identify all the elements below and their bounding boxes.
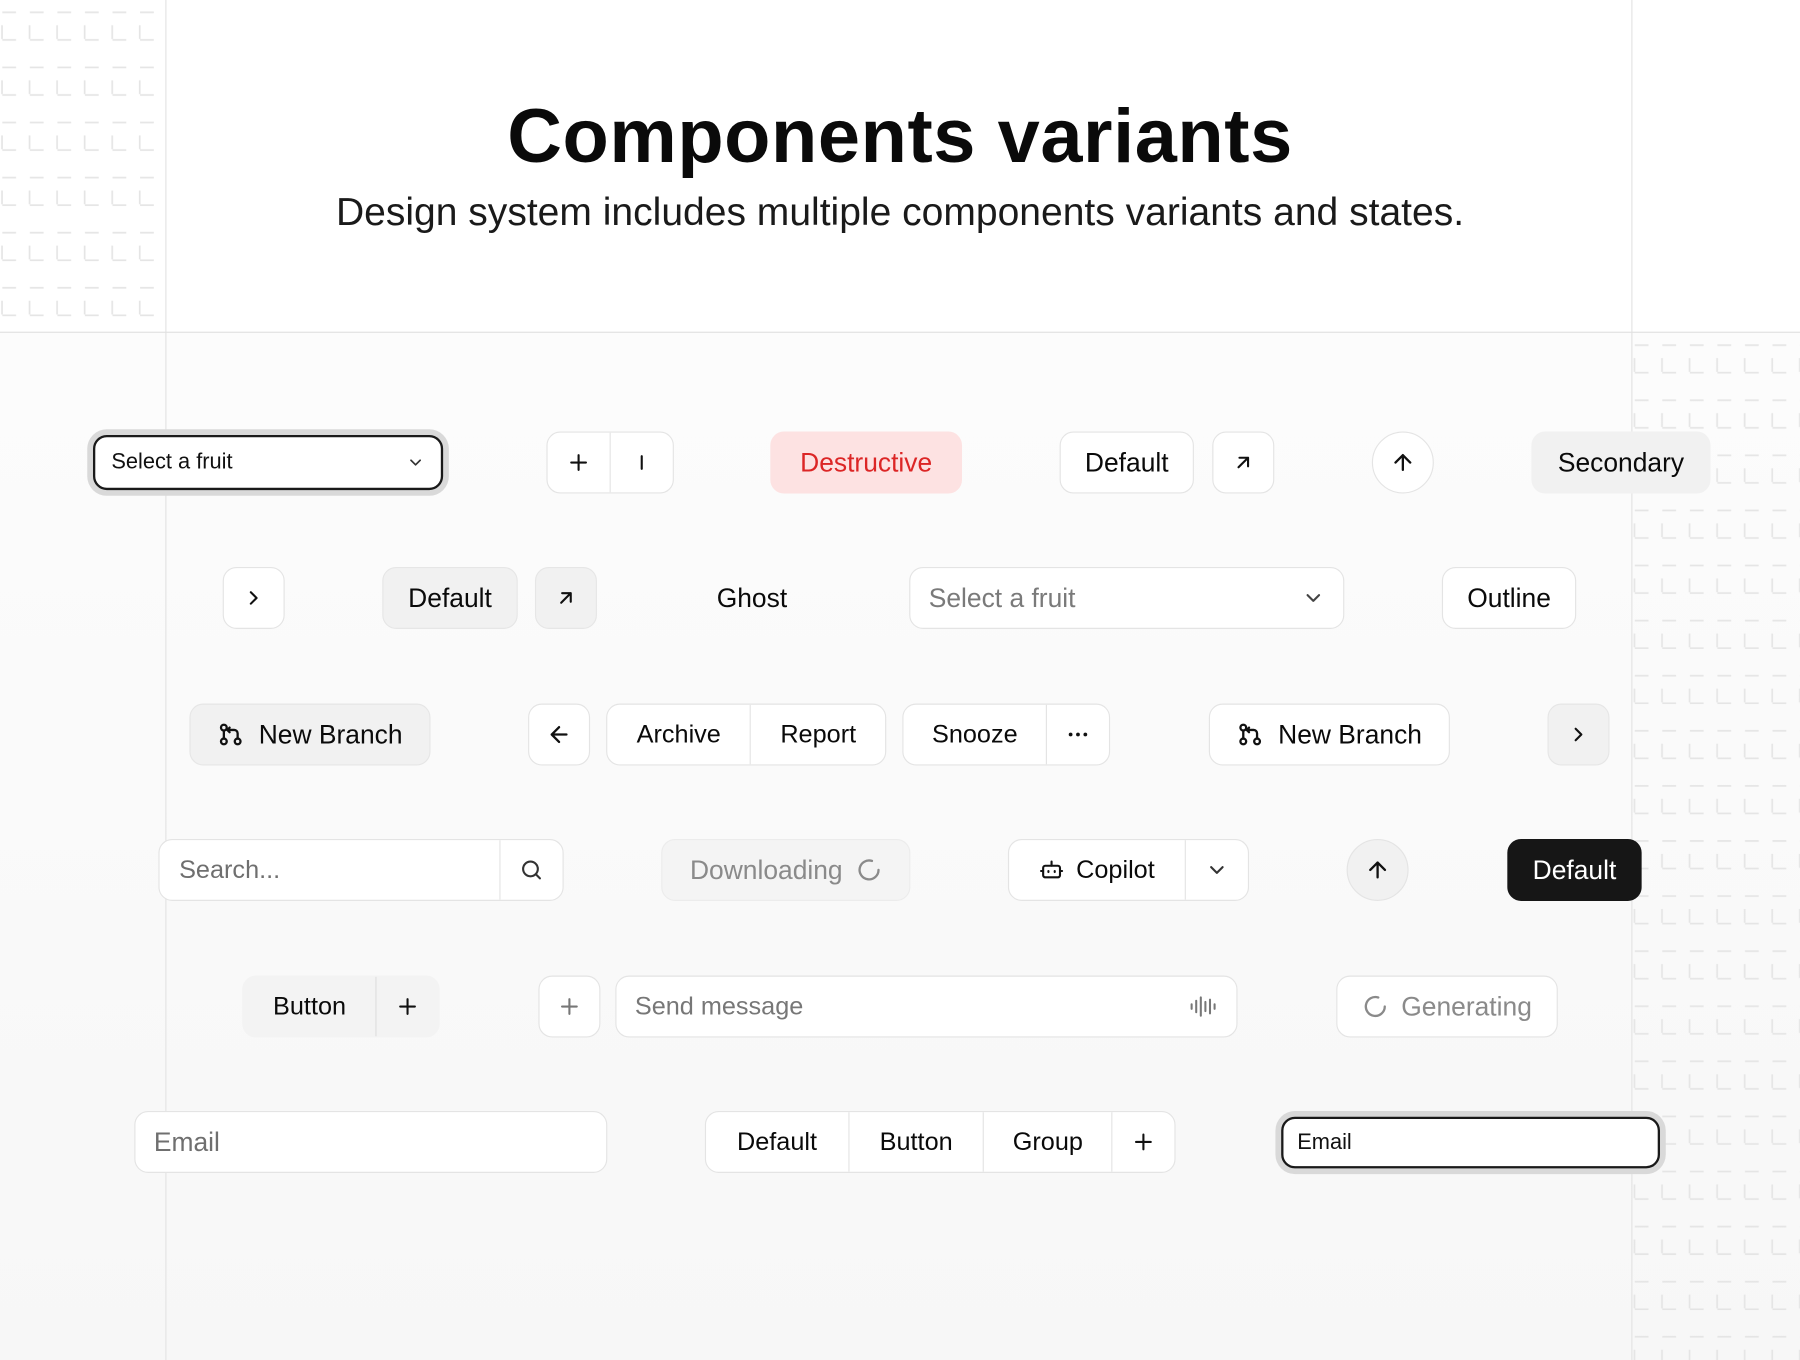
round-arrow-up-button[interactable] bbox=[1371, 431, 1434, 494]
text-cursor-button[interactable] bbox=[610, 433, 673, 493]
guide-line-horizontal bbox=[0, 331, 1800, 333]
group-plus-button[interactable] bbox=[1113, 1112, 1175, 1172]
page-title: Components variants bbox=[507, 92, 1293, 178]
plus-icon bbox=[395, 994, 420, 1019]
search-placeholder: Search... bbox=[179, 855, 281, 884]
message-input[interactable]: Send message bbox=[615, 975, 1238, 1038]
email-value: Email bbox=[1297, 1129, 1352, 1155]
destructive-label: Destructive bbox=[800, 447, 933, 477]
generating-label: Generating bbox=[1401, 991, 1532, 1021]
chevron-right-secondary-button[interactable] bbox=[1547, 703, 1610, 766]
outline-label: Outline bbox=[1467, 582, 1551, 613]
default-outline-button[interactable]: Default bbox=[1059, 431, 1194, 494]
group-label-button: Button bbox=[879, 1127, 953, 1156]
default-button-group: Default Button Group bbox=[704, 1110, 1176, 1173]
chevron-down-icon bbox=[1206, 858, 1229, 881]
fruit-select-focused[interactable]: Select a fruit bbox=[92, 434, 444, 491]
back-button[interactable] bbox=[528, 703, 591, 766]
chevron-down-icon bbox=[1302, 586, 1325, 609]
git-branch-icon bbox=[1237, 721, 1265, 749]
downloading-label: Downloading bbox=[689, 854, 843, 885]
bot-icon bbox=[1039, 857, 1064, 882]
arrow-up-icon bbox=[1390, 450, 1415, 475]
more-button[interactable] bbox=[1047, 705, 1109, 765]
new-branch-label-2: New Branch bbox=[1278, 719, 1422, 749]
group-group-button[interactable]: Group bbox=[984, 1112, 1113, 1172]
arrow-left-icon bbox=[546, 722, 571, 747]
chevron-right-icon bbox=[1567, 723, 1590, 746]
plus-button-2[interactable] bbox=[377, 977, 439, 1037]
search-button[interactable] bbox=[501, 840, 563, 900]
button-button[interactable]: Button bbox=[243, 976, 377, 1037]
external-link-secondary-button[interactable] bbox=[534, 566, 597, 629]
plus-icon bbox=[566, 450, 591, 475]
message-placeholder: Send message bbox=[634, 991, 804, 1021]
new-branch-label: New Branch bbox=[258, 719, 403, 749]
copilot-button[interactable]: Copilot bbox=[1009, 840, 1187, 900]
plus-button[interactable] bbox=[548, 432, 611, 493]
default-primary-button[interactable]: Default bbox=[1507, 838, 1642, 901]
email-field[interactable]: Email bbox=[134, 1110, 608, 1173]
default-primary-label: Default bbox=[1532, 854, 1617, 885]
snooze-label: Snooze bbox=[931, 719, 1018, 749]
chevron-down-icon bbox=[406, 453, 424, 471]
canvas: Components variants Design system includ… bbox=[0, 0, 1800, 1360]
group-button-button[interactable]: Button bbox=[849, 1112, 985, 1172]
search-field: Search... bbox=[158, 838, 564, 901]
snooze-button[interactable]: Snooze bbox=[903, 704, 1048, 765]
new-branch-outline-button[interactable]: New Branch bbox=[1208, 703, 1450, 766]
snooze-group: Snooze bbox=[902, 703, 1111, 766]
git-branch-icon bbox=[217, 721, 245, 749]
email-field-focused[interactable]: Email bbox=[1281, 1116, 1661, 1169]
round-arrow-up-secondary-button[interactable] bbox=[1346, 838, 1409, 901]
default-secondary-button[interactable]: Default bbox=[382, 566, 518, 629]
group-default-button[interactable]: Default bbox=[706, 1112, 850, 1172]
report-label: Report bbox=[780, 719, 857, 749]
button-label: Button bbox=[273, 991, 347, 1021]
default-label: Default bbox=[1084, 447, 1169, 477]
copilot-label: Copilot bbox=[1076, 855, 1155, 884]
chevron-right-icon bbox=[242, 586, 265, 609]
report-button[interactable]: Report bbox=[751, 705, 885, 765]
email-placeholder: Email bbox=[153, 1126, 220, 1157]
copilot-split-button: Copilot bbox=[1007, 838, 1250, 901]
external-link-button[interactable] bbox=[1212, 431, 1275, 494]
audio-waveform-icon[interactable] bbox=[1188, 994, 1218, 1019]
arrow-up-icon bbox=[1365, 857, 1390, 882]
arrow-up-right-icon bbox=[554, 586, 577, 609]
more-horizontal-icon bbox=[1066, 722, 1091, 747]
ghost-button[interactable]: Ghost bbox=[689, 567, 815, 629]
archive-report-group: Archive Report bbox=[606, 703, 887, 766]
downloading-button[interactable]: Downloading bbox=[661, 838, 911, 901]
group-label-default: Default bbox=[736, 1127, 818, 1156]
select-placeholder: Select a fruit bbox=[928, 582, 1076, 613]
group-label-group: Group bbox=[1012, 1127, 1083, 1156]
select-value: Select a fruit bbox=[111, 449, 233, 475]
arrow-up-right-icon bbox=[1232, 451, 1255, 474]
search-icon bbox=[519, 857, 544, 882]
plus-icon bbox=[1131, 1129, 1156, 1154]
ghost-label: Ghost bbox=[716, 582, 788, 613]
generating-button[interactable]: Generating bbox=[1336, 975, 1558, 1038]
copilot-menu-button[interactable] bbox=[1186, 840, 1248, 900]
destructive-button[interactable]: Destructive bbox=[770, 431, 963, 494]
loader-icon bbox=[856, 857, 881, 882]
default-label-2: Default bbox=[408, 582, 492, 613]
text-cursor-icon bbox=[629, 450, 654, 475]
loader-icon bbox=[1362, 994, 1387, 1019]
add-attachment-button[interactable] bbox=[538, 975, 601, 1038]
plus-icon bbox=[557, 994, 582, 1019]
new-branch-secondary-button[interactable]: New Branch bbox=[189, 703, 431, 766]
secondary-button[interactable]: Secondary bbox=[1531, 431, 1711, 494]
search-input[interactable]: Search... bbox=[160, 840, 501, 900]
fruit-select[interactable]: Select a fruit bbox=[909, 566, 1345, 629]
icon-button-group bbox=[546, 431, 674, 494]
button-plus-group: Button bbox=[242, 975, 440, 1038]
secondary-label: Secondary bbox=[1557, 447, 1685, 477]
archive-button[interactable]: Archive bbox=[607, 704, 752, 765]
chevron-right-button[interactable] bbox=[222, 566, 285, 629]
outline-button[interactable]: Outline bbox=[1441, 566, 1577, 629]
page-subtitle: Design system includes multiple componen… bbox=[335, 190, 1465, 235]
archive-label: Archive bbox=[636, 719, 721, 749]
